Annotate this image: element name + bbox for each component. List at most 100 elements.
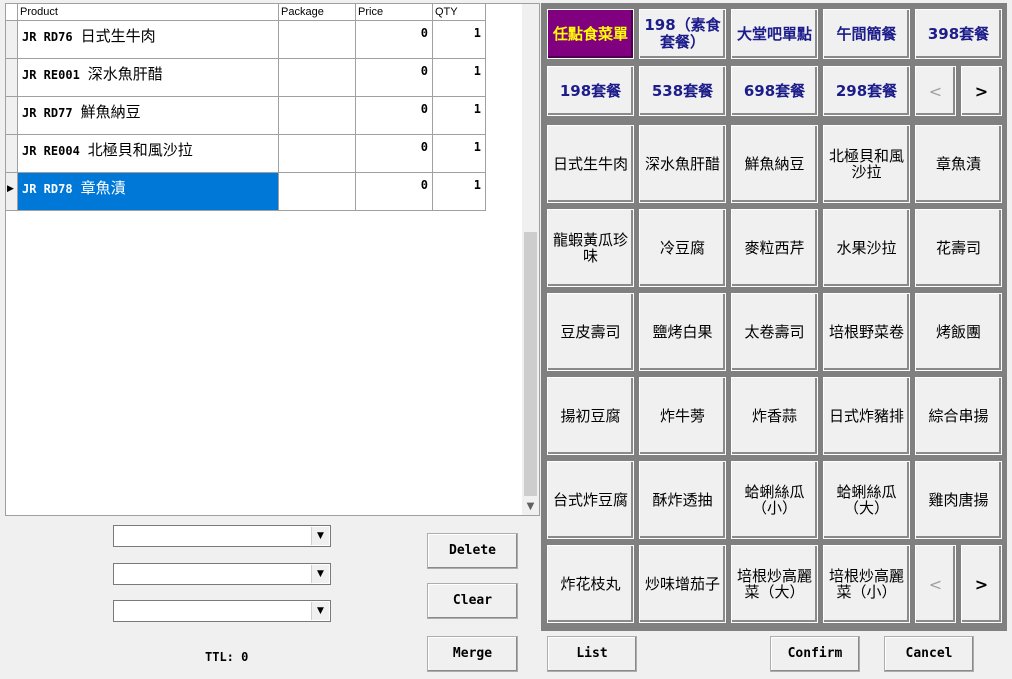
menu-item-button[interactable]: 綜合串揚 xyxy=(915,377,1002,455)
product-code: JR RE004 xyxy=(22,144,80,158)
row-indicator-icon: ▶ xyxy=(7,184,14,194)
category-next-button[interactable]: > xyxy=(961,66,1002,116)
chevron-right-icon: > xyxy=(974,81,989,101)
category-tab-row2-1[interactable]: 198套餐 xyxy=(547,66,634,116)
chevron-left-icon: < xyxy=(928,81,943,101)
chevron-down-icon[interactable]: ▼ xyxy=(311,527,329,545)
menu-item-button[interactable]: 太卷壽司 xyxy=(731,293,818,371)
items-prev-button[interactable]: < xyxy=(915,545,956,623)
grid-scrollbar-thumb[interactable] xyxy=(524,232,537,496)
menu-item-button[interactable]: 台式炸豆腐 xyxy=(547,461,634,539)
cell-product[interactable]: JR RD77 鮮魚納豆 xyxy=(18,97,279,135)
category-tab-row2-3[interactable]: 698套餐 xyxy=(731,66,818,116)
menu-item-button[interactable]: 蛤蜊絲瓜（小） xyxy=(731,461,818,539)
product-code: JR RE001 xyxy=(22,68,80,82)
menu-item-button[interactable]: 炒味增茄子 xyxy=(639,545,726,623)
delete-button[interactable]: Delete xyxy=(427,533,518,569)
menu-item-button[interactable]: 冷豆腐 xyxy=(639,209,726,287)
menu-item-button[interactable]: 炸牛蒡 xyxy=(639,377,726,455)
cell-package[interactable] xyxy=(279,59,356,97)
product-code: JR RD78 xyxy=(22,182,73,196)
menu-item-button[interactable]: 豆皮壽司 xyxy=(547,293,634,371)
row-selector[interactable] xyxy=(6,135,18,173)
menu-item-button[interactable]: 花壽司 xyxy=(915,209,1002,287)
product-name: 日式生牛肉 xyxy=(80,27,156,45)
category-tab-row2-4[interactable]: 298套餐 xyxy=(823,66,910,116)
menu-item-button[interactable]: 培根炒高麗菜（大） xyxy=(731,545,818,623)
cancel-button[interactable]: Cancel xyxy=(884,636,974,672)
category-tab-4[interactable]: 午間簡餐 xyxy=(823,9,910,59)
clear-button[interactable]: Clear xyxy=(427,583,518,619)
menu-item-button[interactable]: 烤飯團 xyxy=(915,293,1002,371)
cell-package[interactable] xyxy=(279,97,356,135)
cell-price[interactable]: 0 xyxy=(356,59,433,97)
cell-product[interactable]: JR RE001 深水魚肝醋 xyxy=(18,59,279,97)
column-header-package[interactable]: Package xyxy=(279,4,356,21)
category-tab-3[interactable]: 大堂吧單點 xyxy=(731,9,818,59)
menu-item-button[interactable]: 炸花枝丸 xyxy=(547,545,634,623)
items-next-button[interactable]: > xyxy=(961,545,1002,623)
row-selector[interactable] xyxy=(6,21,18,59)
product-code: JR RD76 xyxy=(22,30,73,44)
menu-item-button[interactable]: 龍蝦黃瓜珍味 xyxy=(547,209,634,287)
cell-package[interactable] xyxy=(279,135,356,173)
category-tab-row2-2[interactable]: 538套餐 xyxy=(639,66,726,116)
row-selector[interactable] xyxy=(6,59,18,97)
cell-price[interactable]: 0 xyxy=(356,173,433,211)
row-selector[interactable]: ▶ xyxy=(6,173,18,211)
menu-item-button[interactable]: 深水魚肝醋 xyxy=(639,125,726,203)
cell-product[interactable]: JR RE004 北極貝和風沙拉 xyxy=(18,135,279,173)
cell-package[interactable] xyxy=(279,173,356,211)
cell-price[interactable]: 0 xyxy=(356,97,433,135)
menu-item-button[interactable]: 日式生牛肉 xyxy=(547,125,634,203)
chevron-down-icon[interactable]: ▼ xyxy=(311,602,329,620)
menu-item-button[interactable]: 鹽烤白果 xyxy=(639,293,726,371)
clear-button-label: Clear xyxy=(452,593,493,608)
combo-box-1[interactable]: ▼ xyxy=(113,525,331,547)
menu-item-button[interactable]: 炸香蒜 xyxy=(731,377,818,455)
chevron-down-icon[interactable]: ▼ xyxy=(311,565,329,583)
menu-item-button[interactable]: 北極貝和風沙拉 xyxy=(823,125,910,203)
cell-product[interactable]: JR RD76 日式生牛肉 xyxy=(18,21,279,59)
menu-item-button[interactable]: 水果沙拉 xyxy=(823,209,910,287)
column-header-price[interactable]: Price xyxy=(356,4,433,21)
list-button[interactable]: List xyxy=(547,636,637,672)
cell-package[interactable] xyxy=(279,21,356,59)
cell-qty[interactable]: 1 xyxy=(433,173,486,211)
product-name: 深水魚肝醋 xyxy=(87,65,163,83)
product-code: JR RD77 xyxy=(22,106,73,120)
confirm-button[interactable]: Confirm xyxy=(770,636,860,672)
menu-item-button[interactable]: 揚初豆腐 xyxy=(547,377,634,455)
category-prev-button[interactable]: < xyxy=(915,66,956,116)
combo-box-2[interactable]: ▼ xyxy=(113,563,331,585)
cell-qty[interactable]: 1 xyxy=(433,97,486,135)
order-grid[interactable]: Product Package Price QTY JR RD76 日式生牛肉 0 1… xyxy=(5,3,540,516)
menu-item-button[interactable]: 培根野菜卷 xyxy=(823,293,910,371)
merge-button[interactable]: Merge xyxy=(427,636,518,672)
menu-item-button[interactable]: 章魚漬 xyxy=(915,125,1002,203)
menu-item-button[interactable]: 雞肉唐揚 xyxy=(915,461,1002,539)
delete-button-label: Delete xyxy=(449,543,496,558)
row-selector[interactable] xyxy=(6,97,18,135)
cell-qty[interactable]: 1 xyxy=(433,21,486,59)
category-tab-5[interactable]: 398套餐 xyxy=(915,9,1002,59)
column-header-product[interactable]: Product xyxy=(18,4,279,21)
chevron-right-icon: > xyxy=(974,574,989,594)
cell-product[interactable]: JR RD78 章魚漬 xyxy=(18,173,279,211)
menu-item-button[interactable]: 麥粒西芹 xyxy=(731,209,818,287)
menu-item-button[interactable]: 鮮魚納豆 xyxy=(731,125,818,203)
category-tab-1[interactable]: 任點食菜單 xyxy=(547,9,634,59)
menu-item-button[interactable]: 培根炒高麗菜（小） xyxy=(823,545,910,623)
combo-box-3[interactable]: ▼ xyxy=(113,600,331,622)
cell-qty[interactable]: 1 xyxy=(433,135,486,173)
merge-button-label: Merge xyxy=(452,646,493,661)
cell-price[interactable]: 0 xyxy=(356,135,433,173)
menu-item-button[interactable]: 日式炸豬排 xyxy=(823,377,910,455)
cell-price[interactable]: 0 xyxy=(356,21,433,59)
scroll-down-arrow-icon[interactable]: ▼ xyxy=(522,498,539,515)
menu-item-button[interactable]: 蛤蜊絲瓜（大） xyxy=(823,461,910,539)
menu-item-button[interactable]: 酥炸透抽 xyxy=(639,461,726,539)
cell-qty[interactable]: 1 xyxy=(433,59,486,97)
category-tab-2[interactable]: 198（素食套餐） xyxy=(639,9,726,59)
column-header-qty[interactable]: QTY xyxy=(433,4,486,21)
